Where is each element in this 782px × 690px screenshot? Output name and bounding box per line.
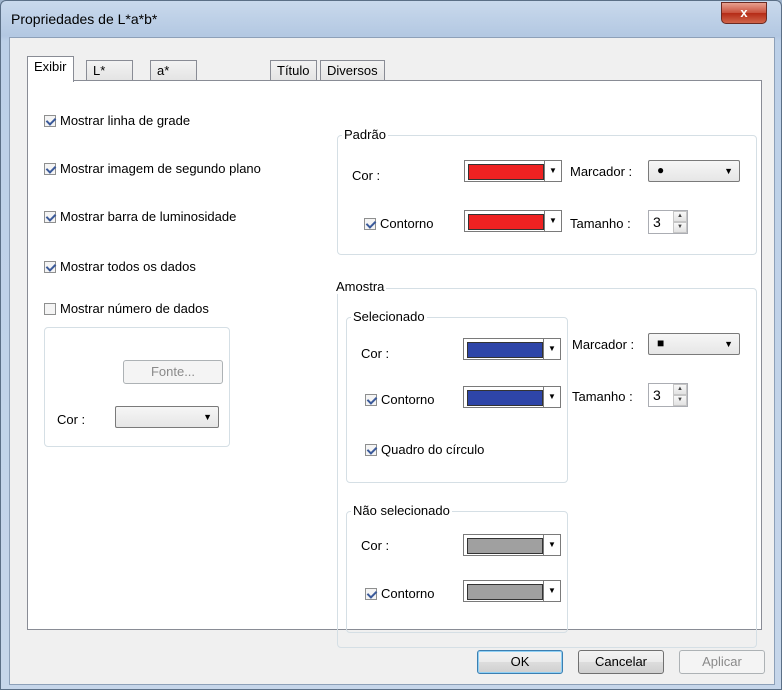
font-color-dropdown[interactable]: ▼	[115, 406, 219, 428]
spin-up-icon[interactable]: ▲	[673, 211, 687, 222]
chevron-down-icon: ▼	[724, 166, 733, 176]
padrao-marker-dropdown[interactable]: ● ▼	[648, 160, 740, 182]
unselected-outline-checkbox[interactable]: Contorno	[365, 586, 434, 601]
color-swatch	[468, 164, 544, 180]
apply-button[interactable]: Aplicar	[679, 650, 765, 674]
selected-outline-checkbox[interactable]: Contorno	[365, 392, 434, 407]
checkbox-label: Mostrar número de dados	[60, 301, 209, 316]
chevron-down-icon: ▼	[544, 211, 561, 231]
padrao-color-picker[interactable]: ▼	[464, 160, 562, 182]
padrao-size-label: Tamanho :	[570, 216, 631, 231]
unselected-outline-color-picker[interactable]: ▼	[463, 580, 561, 602]
chevron-down-icon: ▼	[543, 339, 560, 359]
checkbox-box[interactable]	[364, 217, 376, 230]
checkbox-box[interactable]	[44, 162, 56, 175]
checkbox-box[interactable]	[44, 210, 56, 223]
padrao-group: Padrão Cor : ▼ Marcador : ● ▼ Contorno ▼…	[337, 127, 757, 255]
unselected-color-picker[interactable]: ▼	[463, 534, 561, 556]
checkbox-label: Mostrar barra de luminosidade	[60, 209, 237, 224]
title-bar[interactable]: Propriedades de L*a*b* x	[1, 1, 781, 37]
chevron-down-icon: ▼	[544, 161, 561, 181]
chevron-down-icon: ▼	[543, 581, 560, 601]
amostra-marker-label: Marcador :	[572, 337, 635, 352]
close-button[interactable]: x	[721, 2, 767, 24]
cancel-button[interactable]: Cancelar	[578, 650, 664, 674]
checkbox-show-data-count[interactable]: Mostrar número de dados	[44, 301, 209, 316]
checkbox-box[interactable]	[365, 443, 377, 456]
circle-marker-icon: ●	[657, 163, 665, 177]
color-swatch	[467, 584, 543, 600]
color-label: Cor :	[57, 412, 86, 427]
spin-down-icon[interactable]: ▼	[673, 395, 687, 406]
padrao-color-label: Cor :	[352, 168, 381, 183]
selected-outline-color-picker[interactable]: ▼	[463, 386, 561, 408]
padrao-group-title: Padrão	[342, 127, 388, 142]
padrao-marker-label: Marcador :	[570, 164, 633, 179]
checkbox-label: Contorno	[381, 586, 435, 601]
tab-titulo[interactable]: Título	[270, 60, 317, 81]
selected-color-label: Cor :	[361, 346, 390, 361]
spin-up-icon[interactable]: ▲	[673, 384, 687, 395]
chevron-down-icon: ▼	[543, 535, 560, 555]
chevron-down-icon: ▼	[543, 387, 560, 407]
amostra-size-stepper[interactable]: 3 ▲ ▼	[648, 383, 688, 407]
ok-button[interactable]: OK	[477, 650, 563, 674]
checkbox-label: Mostrar todos os dados	[60, 259, 196, 274]
selected-group-title: Selecionado	[351, 309, 427, 324]
tab-diversos[interactable]: Diversos	[320, 60, 385, 81]
checkbox-box[interactable]	[44, 302, 56, 315]
tab-l-d65[interactable]: L*(D65)	[86, 60, 133, 97]
properties-dialog: Propriedades de L*a*b* x Exibir L*(D65) …	[0, 0, 782, 690]
color-swatch	[467, 538, 543, 554]
checkbox-label: Contorno	[380, 216, 434, 231]
color-swatch	[467, 390, 543, 406]
tab-panel-exibir: Mostrar linha de grade Mostrar imagem de…	[27, 80, 762, 648]
checkbox-label: Mostrar linha de grade	[60, 113, 191, 128]
unselected-group: Não selecionado Cor : ▼ Contorno ▼	[346, 503, 568, 633]
amostra-size-label: Tamanho :	[572, 389, 633, 404]
checkbox-show-all-data[interactable]: Mostrar todos os dados	[44, 259, 196, 274]
checkbox-label: Mostrar imagem de segundo plano	[60, 161, 261, 176]
tab-a-b-d65[interactable]: a*(D65) - b*(D65)	[150, 60, 197, 135]
amostra-group: Amostra Marcador : ■ ▼ Tamanho : 3 ▲ ▼ S…	[334, 279, 757, 648]
dialog-client-area: Exibir L*(D65) a*(D65) - b*(D65) Título …	[9, 37, 775, 685]
checkbox-show-background-image[interactable]: Mostrar imagem de segundo plano	[44, 161, 261, 176]
checkbox-box[interactable]	[44, 114, 56, 127]
circle-frame-checkbox[interactable]: Quadro do círculo	[365, 442, 491, 457]
padrao-outline-checkbox[interactable]: Contorno	[364, 216, 433, 231]
padrao-size-stepper[interactable]: 3 ▲ ▼	[648, 210, 688, 234]
data-count-font-group: Fonte... Cor : ▼	[44, 327, 230, 447]
selected-group: Selecionado Cor : ▼ Contorno ▼ Quadro do…	[346, 309, 568, 483]
unselected-color-label: Cor :	[361, 538, 390, 553]
padrao-outline-color-picker[interactable]: ▼	[464, 210, 562, 232]
font-button[interactable]: Fonte...	[123, 360, 223, 384]
checkbox-show-grid[interactable]: Mostrar linha de grade	[44, 113, 190, 128]
chevron-down-icon: ▼	[724, 339, 733, 349]
chevron-down-icon: ▼	[203, 412, 212, 422]
size-value: 3	[653, 214, 661, 230]
checkbox-show-luminosity-bar[interactable]: Mostrar barra de luminosidade	[44, 209, 236, 224]
size-value: 3	[653, 387, 661, 403]
tab-exibir[interactable]: Exibir	[27, 56, 74, 82]
color-swatch	[468, 214, 544, 230]
spin-down-icon[interactable]: ▼	[673, 222, 687, 233]
amostra-group-title: Amostra	[334, 279, 387, 294]
checkbox-box[interactable]	[365, 587, 377, 600]
amostra-marker-dropdown[interactable]: ■ ▼	[648, 333, 740, 355]
dialog-title: Propriedades de L*a*b*	[11, 11, 158, 27]
selected-color-picker[interactable]: ▼	[463, 338, 561, 360]
checkbox-label: Quadro do círculo	[381, 442, 485, 457]
checkbox-label: Contorno	[381, 392, 435, 407]
unselected-group-title: Não selecionado	[351, 503, 452, 518]
color-swatch	[467, 342, 543, 358]
checkbox-box[interactable]	[365, 393, 377, 406]
checkbox-box[interactable]	[44, 260, 56, 273]
square-marker-icon: ■	[657, 336, 665, 350]
